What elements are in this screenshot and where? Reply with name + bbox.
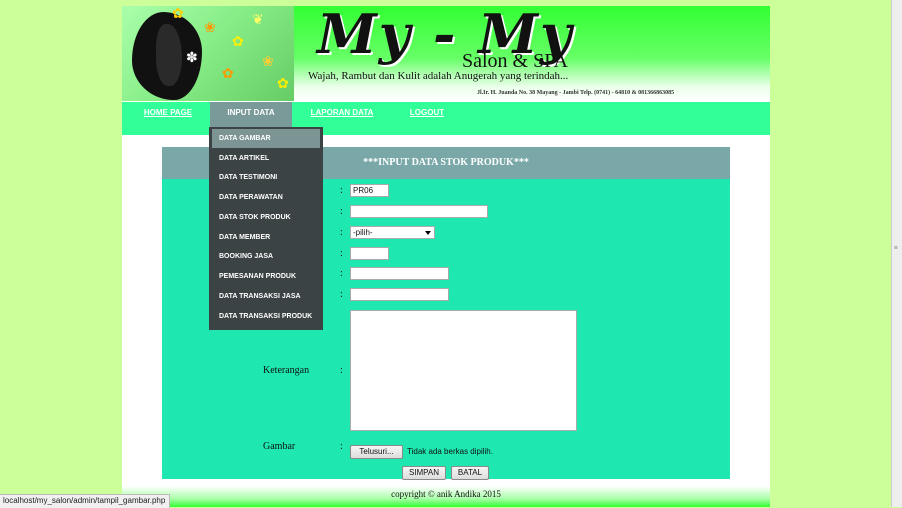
flower-icon: ✿ [172, 7, 184, 22]
select-value: -pilih- [353, 228, 373, 237]
page-container: ✿ ❀ ✿ ❦ ❀ ✿ ✽ ✿ My - My Salon & SPA Waja… [122, 6, 770, 507]
dropdown-item-data-member[interactable]: DATA MEMBER [212, 228, 320, 247]
flower-icon: ✿ [232, 35, 244, 50]
dropdown-item-data-stok-produk[interactable]: DATA STOK PRODUK [212, 208, 320, 227]
dropdown-item-data-transaksi-produk[interactable]: DATA TRANSAKSI PRODUK [212, 307, 320, 326]
nama-produk-input[interactable] [350, 205, 488, 218]
site-address: Jl.Ir. H. Juanda No. 38 Mayang - Jambi T… [477, 90, 675, 96]
chevron-down-icon [425, 231, 431, 235]
flower-icon: ❀ [204, 21, 216, 36]
browser-status-url: localhost/my_salon/admin/tampil_gambar.p… [0, 494, 171, 508]
dropdown-item-data-perawatan[interactable]: DATA PERAWATAN [212, 188, 320, 207]
gambar-label: Gambar [263, 441, 296, 452]
nav-input-data-link[interactable]: INPUT DATA [210, 102, 292, 127]
nav-logout-link[interactable]: LOGOUT [402, 102, 452, 127]
field-colon: : [340, 227, 343, 238]
footer: copyright © anik Andika 2015 [122, 486, 770, 507]
nav-laporan-data-link[interactable]: LAPORAN DATA [305, 102, 379, 127]
stok-input[interactable] [350, 247, 389, 260]
vertical-scrollbar[interactable]: ≡ [891, 0, 902, 507]
field-colon: : [340, 248, 343, 259]
dropdown-item-pemesanan-produk[interactable]: PEMESANAN PRODUK [212, 267, 320, 286]
browse-file-button[interactable]: Telusuri... [350, 445, 403, 459]
field-colon: : [340, 185, 343, 196]
flower-icon: ❀ [262, 55, 274, 70]
simpan-button[interactable]: SIMPAN [402, 466, 446, 480]
butterfly-icon: ❦ [252, 13, 264, 28]
kategori-select[interactable]: -pilih- [350, 226, 435, 239]
field-colon: : [340, 268, 343, 279]
harga-input[interactable] [350, 267, 449, 280]
dropdown-item-booking-jasa[interactable]: BOOKING JASA [212, 247, 320, 266]
field-colon: : [340, 441, 343, 452]
dropdown-item-data-gambar[interactable]: DATA GAMBAR [212, 129, 320, 148]
dropdown-item-data-transaksi-jasa[interactable]: DATA TRANSAKSI JASA [212, 287, 320, 306]
field-colon: : [340, 289, 343, 300]
flower-icon: ✿ [222, 67, 234, 82]
footer-copyright: copyright © anik Andika 2015 [391, 489, 501, 499]
field-colon: : [340, 365, 343, 376]
dropdown-item-data-testimoni[interactable]: DATA TESTIMONI [212, 168, 320, 187]
flower-icon: ✿ [277, 77, 289, 92]
batal-button[interactable]: BATAL [451, 466, 489, 480]
flower-icon: ✽ [186, 51, 198, 66]
header-illustration: ✿ ❀ ✿ ❦ ❀ ✿ ✽ ✿ [122, 6, 294, 101]
header-banner: ✿ ❀ ✿ ❦ ❀ ✿ ✽ ✿ My - My Salon & SPA Waja… [122, 6, 770, 101]
kode-produk-input[interactable]: PR06 [350, 184, 389, 197]
input-data-dropdown-menu: DATA GAMBAR DATA ARTIKEL DATA TESTIMONI … [209, 127, 323, 330]
tanggal-input[interactable] [350, 288, 449, 301]
site-tagline: Wajah, Rambut dan Kulit adalah Anugerah … [308, 70, 569, 82]
keterangan-textarea[interactable] [350, 310, 577, 431]
keterangan-label: Keterangan [263, 365, 310, 376]
dropdown-item-data-artikel[interactable]: DATA ARTIKEL [212, 149, 320, 168]
file-status-text: Tidak ada berkas dipilih. [407, 447, 493, 456]
nav-home-link[interactable]: HOME PAGE [134, 102, 202, 127]
field-colon: : [340, 206, 343, 217]
scroll-grip-icon: ≡ [894, 244, 898, 252]
